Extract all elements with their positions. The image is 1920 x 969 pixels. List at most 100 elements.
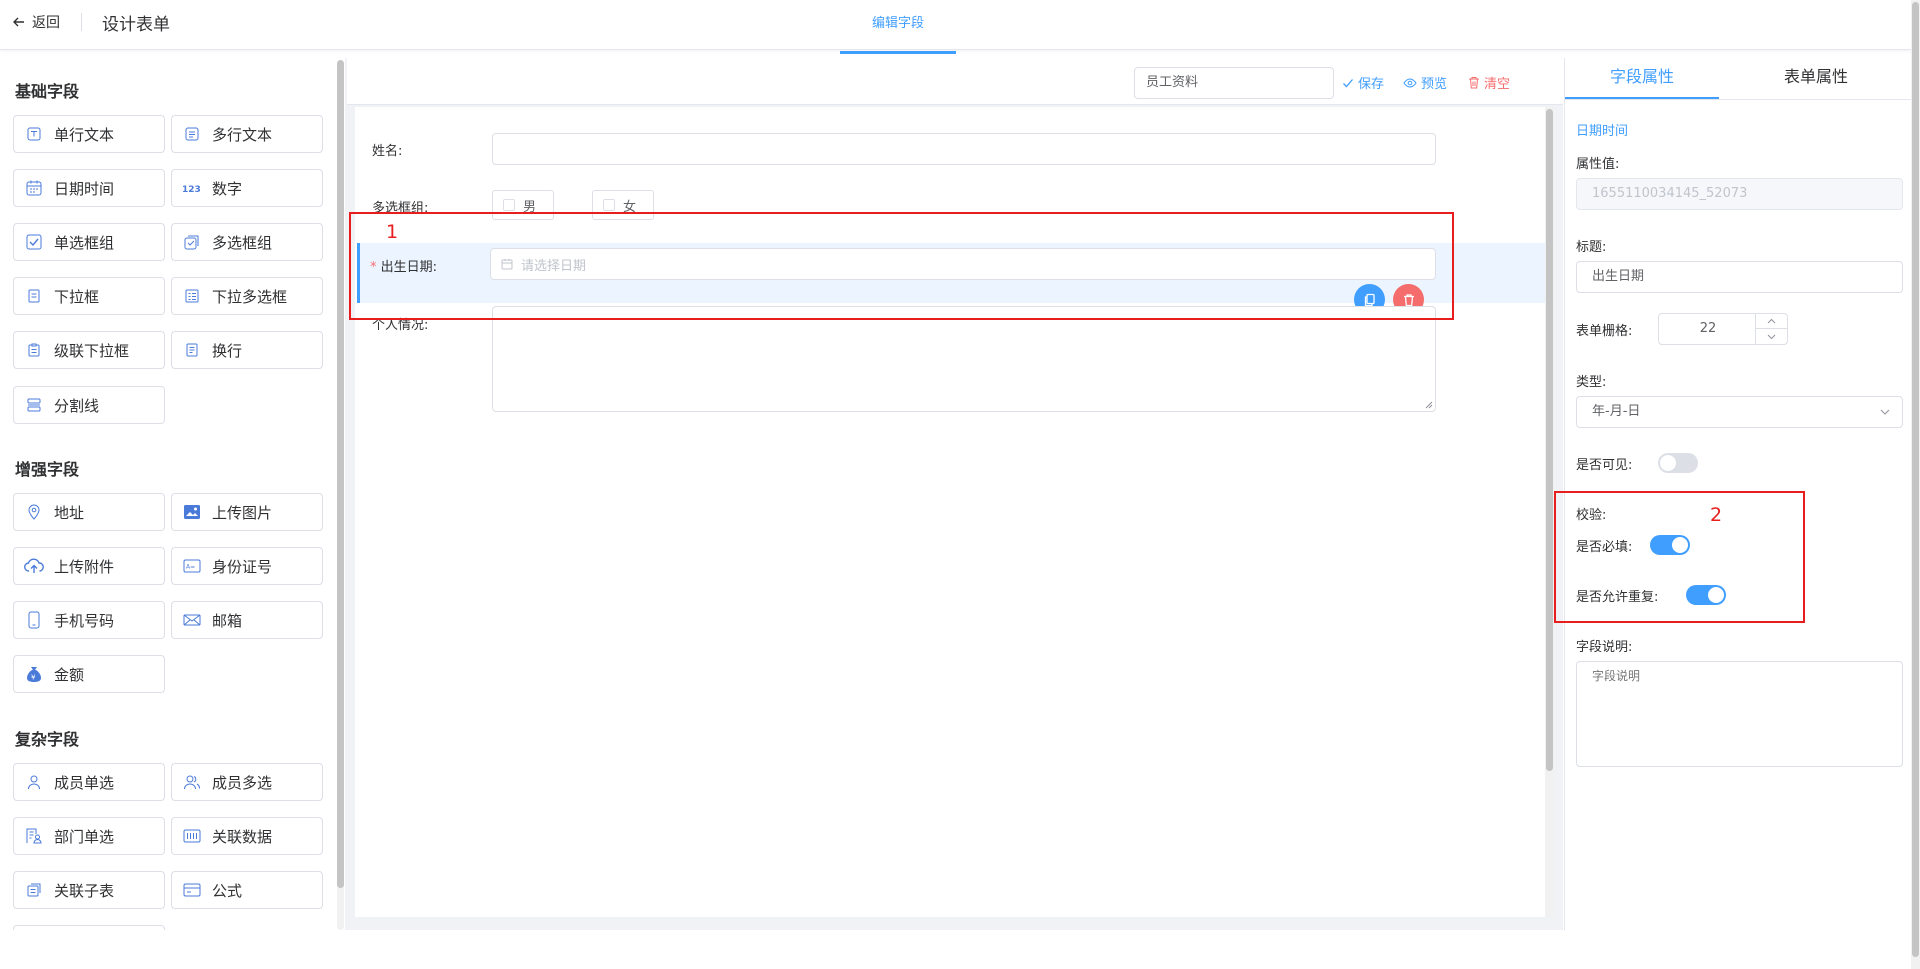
attr-value-input[interactable]: 1655110034145_52073 [1576, 178, 1903, 210]
annotation-number-2: 2 [1710, 504, 1723, 526]
field-datetime[interactable]: 日期时间 [13, 169, 165, 207]
tab-field-properties[interactable]: 字段属性 [1565, 58, 1719, 99]
field-label: 成员单选 [54, 773, 115, 792]
toggle-knob [1660, 455, 1676, 471]
save-label: 保存 [1358, 77, 1385, 92]
department-icon [24, 826, 44, 846]
field-divider[interactable]: 分割线 [13, 386, 165, 424]
field-label: 数字 [212, 179, 243, 198]
field-member-single[interactable]: 成员单选 [13, 763, 165, 801]
calendar-icon [24, 178, 44, 198]
field-label: 关联数据 [212, 827, 273, 846]
title-input[interactable]: 出生日期 [1576, 261, 1903, 293]
stepper-down-button[interactable] [1756, 329, 1787, 344]
formula-icon [182, 880, 202, 900]
scrollbar-thumb[interactable] [1912, 2, 1919, 957]
phone-icon [24, 610, 44, 630]
field-address[interactable]: 地址 [13, 493, 165, 531]
field-multi-text[interactable]: 多行文本 [171, 115, 323, 153]
field-line-break[interactable]: 换行 [171, 331, 323, 369]
image-icon [182, 502, 202, 522]
field-radio-group[interactable]: 单选框组 [13, 223, 165, 261]
subtable-icon [24, 880, 44, 900]
linked-data-icon [182, 826, 202, 846]
money-bag-icon: ¥ [24, 664, 44, 684]
field-type-label: 日期时间 [1576, 124, 1629, 139]
field-label: 上传附件 [54, 557, 115, 576]
field-dropdown[interactable]: 下拉框 [13, 277, 165, 315]
field-label: 分割线 [54, 396, 100, 415]
eye-icon [1403, 77, 1417, 89]
header-divider [81, 13, 82, 31]
annotation-number-1: 1 [386, 221, 399, 243]
type-select[interactable]: 年-月-日 [1576, 396, 1903, 428]
field-member-multi[interactable]: 成员多选 [171, 763, 323, 801]
type-select-value: 年-月-日 [1592, 404, 1641, 419]
tab-form-properties[interactable]: 表单属性 [1719, 58, 1913, 99]
dropdown-icon [24, 286, 44, 306]
field-email[interactable]: 邮箱 [171, 601, 323, 639]
line-break-icon [182, 340, 202, 360]
field-linked-subtable[interactable]: 关联子表 [13, 871, 165, 909]
palette-scrollbar[interactable] [337, 60, 344, 930]
annotation-box-1 [349, 212, 1454, 320]
field-more[interactable] [13, 925, 165, 930]
annotation-box-2 [1554, 491, 1805, 623]
name-label: 姓名: [372, 144, 403, 159]
form-name-input[interactable]: 员工资料 [1134, 67, 1334, 99]
canvas-scrollbar[interactable] [1545, 107, 1554, 917]
svg-text:123: 123 [182, 185, 201, 195]
field-cascade-dropdown[interactable]: 级联下拉框 [13, 331, 165, 369]
preview-button[interactable]: 预览 [1403, 73, 1447, 92]
name-input[interactable] [492, 133, 1436, 165]
field-single-text[interactable]: 单行文本 [13, 115, 165, 153]
field-multi-dropdown[interactable]: 下拉多选框 [171, 277, 323, 315]
stepper-up-button[interactable] [1756, 314, 1787, 329]
chevron-up-icon [1767, 318, 1776, 324]
field-amount[interactable]: ¥ 金额 [13, 655, 165, 693]
id-card-icon: A= [182, 556, 202, 576]
back-button[interactable]: 返回 [12, 12, 60, 32]
svg-text:¥: ¥ [31, 674, 36, 682]
group-title-enhanced: 增强字段 [15, 460, 80, 479]
attr-value-label: 属性值: [1576, 157, 1620, 172]
resize-handle-icon[interactable] [1425, 401, 1433, 409]
visible-toggle[interactable] [1658, 453, 1698, 473]
user-icon [24, 772, 44, 792]
svg-text:A=: A= [186, 564, 195, 571]
back-label: 返回 [32, 15, 60, 31]
canvas-toolbar: 员工资料 保存 预览 清空 [347, 58, 1563, 105]
field-label: 地址 [54, 503, 85, 522]
chevron-down-icon [1767, 334, 1776, 340]
field-label: 成员多选 [212, 773, 273, 792]
save-button[interactable]: 保存 [1342, 73, 1384, 92]
group-title-basic: 基础字段 [15, 82, 80, 101]
field-description-textarea[interactable] [1576, 661, 1903, 767]
field-upload-image[interactable]: 上传图片 [171, 493, 323, 531]
field-department-single[interactable]: 部门单选 [13, 817, 165, 855]
personal-info-textarea[interactable] [492, 306, 1436, 412]
scrollbar-thumb[interactable] [1546, 109, 1553, 771]
field-id-number[interactable]: A= 身份证号 [171, 547, 323, 585]
field-formula[interactable]: 公式 [171, 871, 323, 909]
page-scrollbar[interactable] [1911, 0, 1920, 969]
field-phone[interactable]: 手机号码 [13, 601, 165, 639]
field-label: 换行 [212, 341, 243, 360]
radio-icon [24, 232, 44, 252]
scrollbar-thumb[interactable] [337, 60, 344, 888]
field-number[interactable]: 123 数字 [171, 169, 323, 207]
field-label: 下拉多选框 [212, 287, 288, 306]
field-label: 单行文本 [54, 125, 115, 144]
field-upload-attachment[interactable]: 上传附件 [13, 547, 165, 585]
field-label: 手机号码 [54, 611, 115, 630]
clear-button[interactable]: 清空 [1468, 73, 1510, 92]
top-bar: 返回 设计表单 编辑字段 [0, 0, 1920, 54]
title-label: 标题: [1576, 240, 1607, 255]
field-checkbox-group[interactable]: 多选框组 [171, 223, 323, 261]
field-linked-data[interactable]: 关联数据 [171, 817, 323, 855]
number-icon: 123 [182, 178, 202, 198]
location-icon [24, 502, 44, 522]
grid-value: 22 [1699, 321, 1717, 336]
tab-edit-fields[interactable]: 编辑字段 [840, 0, 956, 54]
grid-stepper-arrows [1755, 314, 1787, 344]
